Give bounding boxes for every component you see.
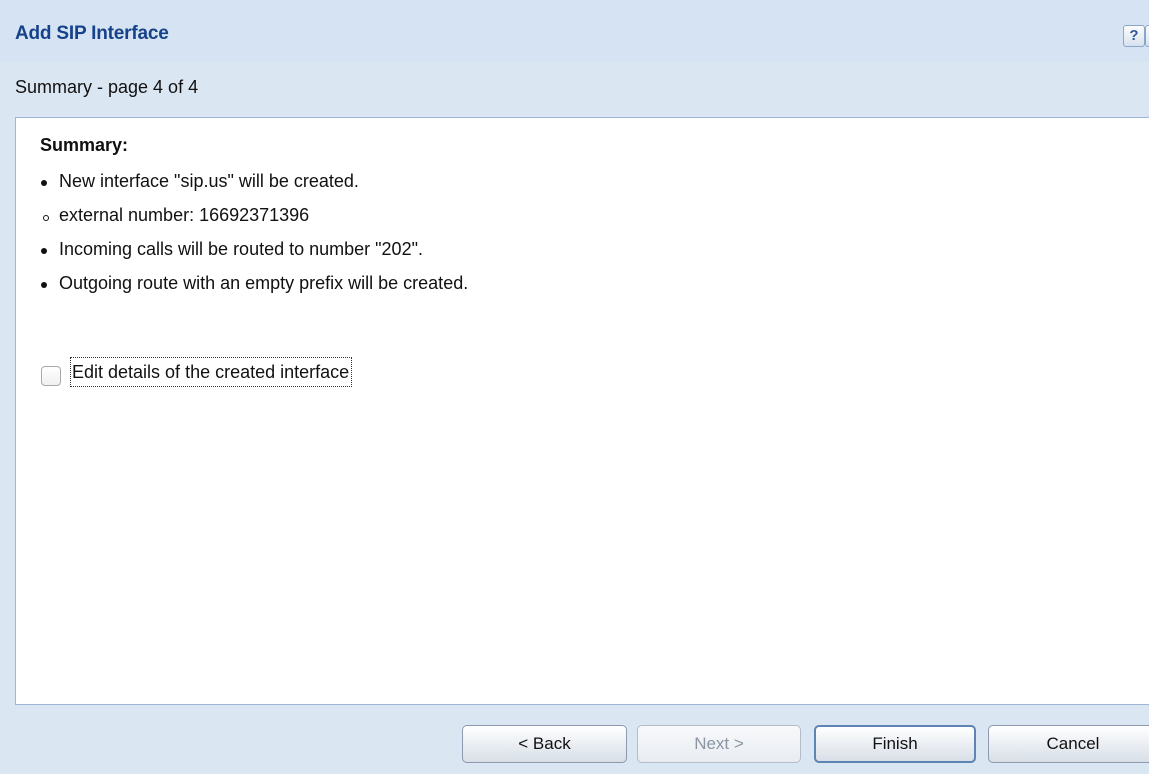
dialog-footer: < Back Next > Finish Cancel (0, 705, 1149, 774)
summary-heading: Summary: (40, 135, 129, 155)
wizard-step-title: Summary - page 4 of 4 (15, 77, 199, 97)
summary-item-external-number: external number: 16692371396 (59, 205, 310, 225)
help-icon[interactable]: ? (1123, 25, 1145, 47)
summary-item-interface: New interface "sip.us" will be created. (59, 171, 359, 191)
dialog-title: Add SIP Interface (15, 23, 169, 44)
close-icon[interactable]: ✕ (1145, 25, 1149, 47)
summary-panel: Summary: New interface "sip.us" will be … (15, 117, 1149, 705)
dialog-title-bar: Add SIP Interface ? ✕ (0, 0, 1149, 62)
bullet-icon (41, 282, 47, 288)
next-button[interactable]: Next > (637, 725, 801, 763)
finish-button[interactable]: Finish (814, 725, 976, 763)
summary-item-outgoing: Outgoing route with an empty prefix will… (59, 273, 469, 293)
edit-details-label[interactable]: Edit details of the created interface (70, 357, 353, 387)
summary-item-incoming: Incoming calls will be routed to number … (59, 239, 423, 259)
sub-bullet-icon (43, 215, 49, 221)
edit-details-checkbox[interactable] (41, 366, 61, 386)
back-button[interactable]: < Back (462, 725, 627, 763)
cancel-button[interactable]: Cancel (988, 725, 1149, 763)
add-sip-interface-dialog: Add SIP Interface ? ✕ Summary - page 4 o… (0, 0, 1149, 774)
bullet-icon (41, 180, 47, 186)
bullet-icon (41, 248, 47, 254)
